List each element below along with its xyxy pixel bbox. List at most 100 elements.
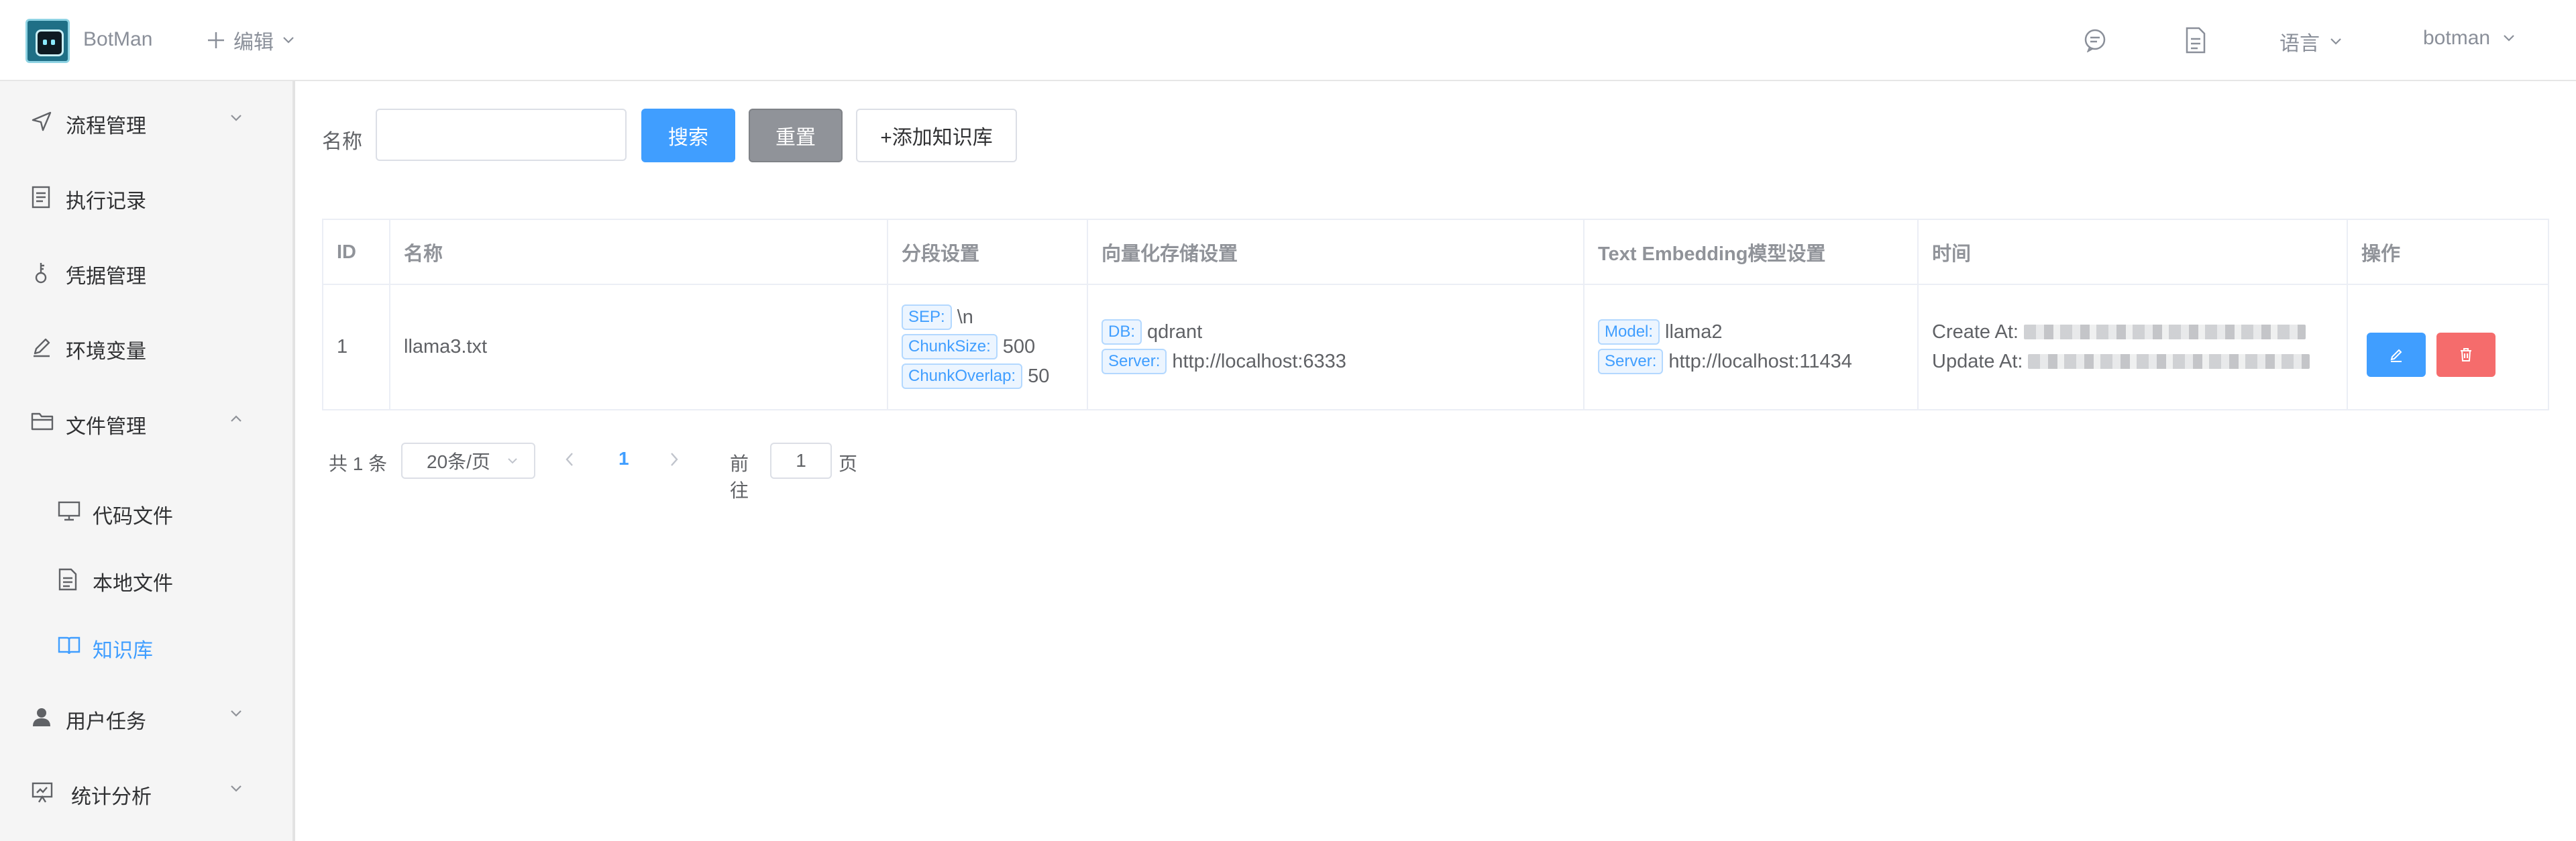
column-header-actions: 操作 xyxy=(2361,243,2401,265)
column-header-time: 时间 xyxy=(1932,243,1972,265)
chevron-down-icon xyxy=(229,709,243,718)
db-tag: DB: xyxy=(1102,319,1142,345)
cell-id: 1 xyxy=(337,335,348,357)
chunk-overlap-value: 50 xyxy=(1028,366,1050,387)
chevron-down-icon xyxy=(506,457,519,465)
trash-icon xyxy=(2458,347,2474,363)
sidebar-item-statistics[interactable]: 统计分析 xyxy=(0,757,292,824)
goto-suffix: 页 xyxy=(839,453,858,474)
chevron-up-icon xyxy=(229,414,243,423)
sidebar-item-file-management[interactable]: 文件管理 xyxy=(0,387,292,454)
chevron-down-icon xyxy=(229,113,243,123)
sidebar-item-execution-records[interactable]: 执行记录 xyxy=(0,162,292,229)
cell-actions xyxy=(2348,284,2548,409)
sidebar: 流程管理 执行记录 凭据管理 环境变量 文件管理 代码文件 本地文件 知识库 用… xyxy=(0,81,295,841)
reset-button[interactable]: 重置 xyxy=(749,109,843,162)
column-header-embedding: Text Embedding模型设置 xyxy=(1598,243,1826,265)
name-search-input[interactable] xyxy=(376,109,627,161)
monitor-icon xyxy=(58,501,80,521)
key-icon xyxy=(31,261,51,285)
sidebar-item-label: 文件管理 xyxy=(66,416,146,438)
update-at-label: Update At: xyxy=(1932,351,2023,372)
db-value: qdrant xyxy=(1147,321,1203,343)
chunk-size-value: 500 xyxy=(1002,336,1036,357)
sidebar-item-label: 用户任务 xyxy=(66,711,146,733)
sidebar-item-label: 本地文件 xyxy=(93,573,173,595)
page-number-current[interactable]: 1 xyxy=(619,448,629,469)
navigation-icon xyxy=(31,111,52,132)
server-value: http://localhost:6333 xyxy=(1172,351,1346,372)
search-button[interactable]: 搜索 xyxy=(641,109,735,162)
delete-button[interactable] xyxy=(2436,333,2496,377)
column-header-vector-store: 向量化存储设置 xyxy=(1102,243,1238,265)
chunk-overlap-tag: ChunkOverlap: xyxy=(902,363,1023,389)
edit-menu[interactable]: 编辑 xyxy=(207,25,295,55)
column-header-segment: 分段设置 xyxy=(902,243,980,265)
cell-vector-store-settings: DB: qdrant Server: http://localhost:6333 xyxy=(1088,284,1583,409)
sidebar-item-local-files[interactable]: 本地文件 xyxy=(0,544,292,611)
model-tag: Model: xyxy=(1598,319,1660,345)
goto-label: 前往 xyxy=(730,453,749,501)
page-size-value: 20条/页 xyxy=(427,451,490,472)
next-page-button[interactable] xyxy=(668,451,680,468)
server-tag: Server: xyxy=(1598,349,1664,374)
server-tag: Server: xyxy=(1102,349,1167,374)
document-icon xyxy=(58,568,78,591)
sidebar-item-label: 凭据管理 xyxy=(66,266,146,288)
server-value: http://localhost:11434 xyxy=(1668,351,1852,372)
sep-tag: SEP: xyxy=(902,304,952,330)
model-value: llama2 xyxy=(1665,321,1723,343)
language-menu[interactable]: 语言 xyxy=(2279,27,2343,56)
cell-segment-settings: SEP: \n ChunkSize: 500 ChunkOverlap: 50 xyxy=(888,284,1087,409)
plus-icon xyxy=(207,31,225,50)
sidebar-item-label: 知识库 xyxy=(93,640,153,662)
chevron-down-icon xyxy=(229,784,243,793)
sidebar-item-code-files[interactable]: 代码文件 xyxy=(0,477,292,544)
cell-embedding-settings: Model: llama2 Server: http://localhost:114… xyxy=(1585,284,1917,409)
chevron-down-icon xyxy=(282,36,295,45)
add-knowledge-base-button[interactable]: +添加知识库 xyxy=(856,109,1017,162)
presentation-icon xyxy=(31,781,54,804)
sidebar-item-label: 环境变量 xyxy=(66,341,146,363)
edit-icon xyxy=(2388,347,2404,363)
page-size-select[interactable]: 20条/页 xyxy=(401,443,535,479)
sidebar-item-label: 执行记录 xyxy=(66,190,146,213)
cell-name: llama3.txt xyxy=(404,335,488,357)
folder-open-icon xyxy=(31,411,54,431)
knowledge-base-table: ID 名称 分段设置 向量化存储设置 Text Embedding模型设置 时间… xyxy=(322,219,2549,410)
sidebar-item-env-variables[interactable]: 环境变量 xyxy=(0,312,292,379)
sidebar-item-user-tasks[interactable]: 用户任务 xyxy=(0,682,292,749)
redacted-update-time xyxy=(2028,354,2310,369)
prev-page-button[interactable] xyxy=(564,451,576,468)
chunk-size-tag: ChunkSize: xyxy=(902,334,998,359)
sidebar-item-label: 统计分析 xyxy=(71,786,152,808)
create-at-label: Create At: xyxy=(1932,321,2019,343)
document-icon[interactable] xyxy=(2184,27,2207,54)
total-count: 共 1 条 xyxy=(329,453,388,474)
name-filter-label: 名称 xyxy=(322,131,362,153)
sidebar-item-knowledge-base[interactable]: 知识库 xyxy=(0,611,292,678)
book-icon xyxy=(58,635,80,655)
edit-menu-label: 编辑 xyxy=(233,32,274,54)
column-header-name: 名称 xyxy=(404,243,443,265)
user-name: botman xyxy=(2423,27,2491,49)
user-menu[interactable]: botman xyxy=(2423,27,2516,50)
goto-page-input[interactable] xyxy=(770,443,832,479)
edit-pen-icon xyxy=(31,336,52,357)
app-title: BotMan xyxy=(83,28,153,50)
sidebar-item-flow-management[interactable]: 流程管理 xyxy=(0,87,292,154)
user-icon xyxy=(31,706,52,728)
document-list-icon xyxy=(31,186,51,209)
sidebar-item-label: 流程管理 xyxy=(66,115,146,137)
sidebar-item-credentials[interactable]: 凭据管理 xyxy=(0,237,292,304)
chevron-down-icon xyxy=(2329,37,2343,46)
sidebar-item-label: 代码文件 xyxy=(93,506,173,528)
redacted-create-time xyxy=(2023,325,2306,339)
edit-button[interactable] xyxy=(2367,333,2426,377)
chat-bubble-icon[interactable] xyxy=(2082,27,2108,52)
botman-logo[interactable] xyxy=(25,19,70,63)
sep-value: \n xyxy=(957,306,973,328)
language-label: 语言 xyxy=(2279,33,2320,55)
chevron-down-icon xyxy=(2502,34,2516,43)
cell-time: Create At: Update At: xyxy=(1919,284,2347,409)
